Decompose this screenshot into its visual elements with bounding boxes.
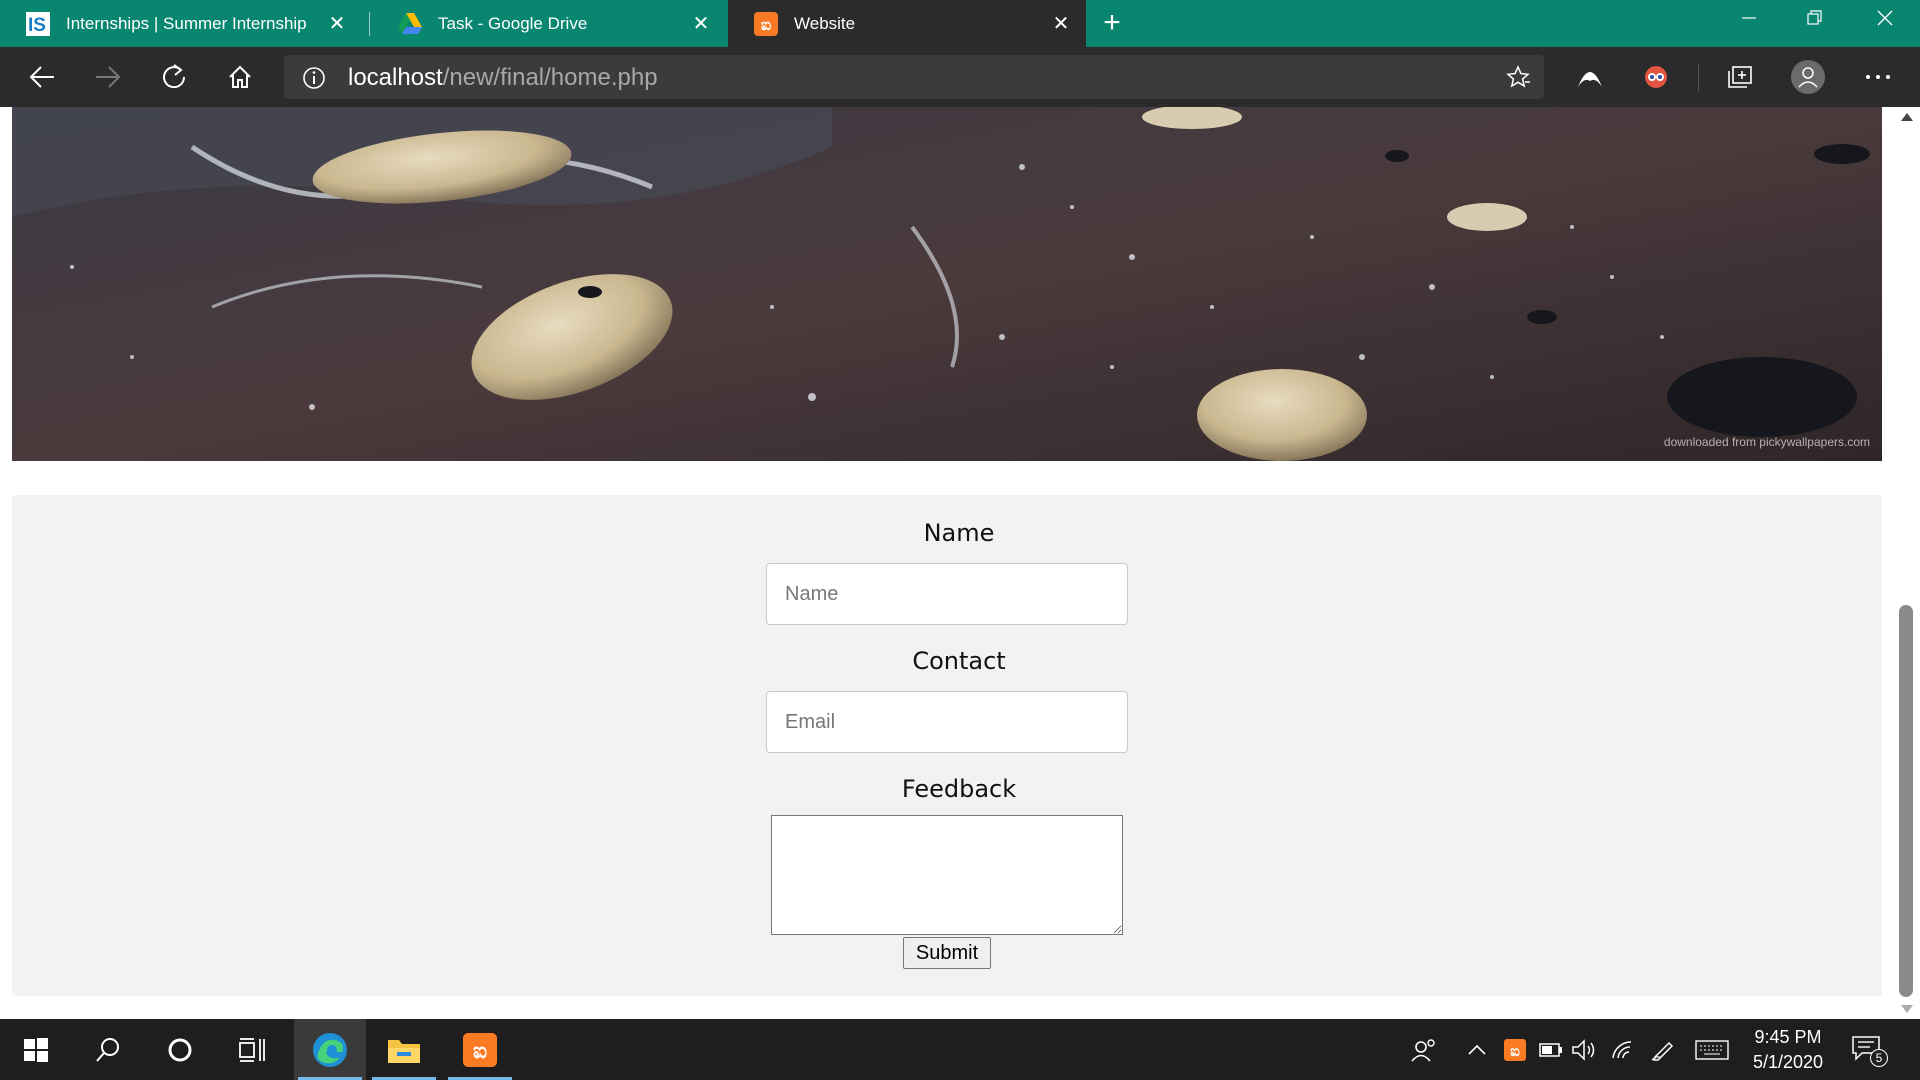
home-icon[interactable]: [220, 59, 260, 95]
tab-title: Internships | Summer Internship: [66, 13, 307, 33]
forward-icon: [88, 59, 128, 95]
hero-watermark: downloaded from pickywallpapers.com: [1663, 435, 1870, 449]
minimize-icon[interactable]: [1716, 0, 1782, 36]
tab-strip: IS Internships | Summer Internship ✕ Tas…: [0, 0, 1920, 47]
submit-button[interactable]: Submit: [903, 937, 991, 969]
address-bar[interactable]: localhost/new/final/home.php: [284, 55, 1544, 99]
profile-avatar-icon[interactable]: [1788, 59, 1828, 95]
back-icon[interactable]: [22, 59, 62, 95]
volume-icon[interactable]: [1570, 1019, 1600, 1080]
contact-label: Contact: [912, 647, 1006, 675]
vertical-scrollbar[interactable]: [1894, 107, 1920, 1019]
scroll-up-icon[interactable]: [1901, 113, 1913, 121]
system-clock[interactable]: 9:45 PM 5/1/2020: [1738, 1025, 1838, 1075]
windows-taskbar: ಐ ಐ 9:45 PM 5/1/2020 5: [0, 1019, 1920, 1080]
xampp-icon: ಐ: [754, 11, 778, 36]
name-label: Name: [923, 519, 995, 547]
touch-keyboard-icon[interactable]: [1692, 1019, 1732, 1080]
svg-text:ಐ: ಐ: [473, 1039, 487, 1064]
toolbar-separator: [1698, 65, 1699, 91]
people-icon[interactable]: [1404, 1019, 1444, 1080]
clock-date: 5/1/2020: [1752, 1052, 1824, 1072]
xampp-taskbar-icon[interactable]: ಐ: [444, 1019, 516, 1080]
feedback-form: Name Contact Feedback Submit: [12, 495, 1882, 996]
tab-website[interactable]: ಐ Website ✕: [728, 0, 1086, 47]
url-path: /new/final/home.php: [442, 64, 658, 91]
feedback-textarea[interactable]: [771, 815, 1123, 935]
xampp-tray-icon[interactable]: ಐ: [1500, 1019, 1530, 1080]
profile-extension-icon[interactable]: [1636, 59, 1676, 95]
internshala-icon: IS: [26, 11, 50, 36]
google-drive-icon: [398, 12, 422, 36]
svg-text:ಐ: ಐ: [761, 15, 771, 34]
info-icon[interactable]: [302, 66, 326, 95]
scrollbar-thumb[interactable]: [1899, 605, 1913, 997]
close-tab-icon[interactable]: ✕: [1050, 12, 1072, 35]
close-tab-icon[interactable]: ✕: [326, 12, 348, 35]
clock-time: 9:45 PM: [1754, 1027, 1822, 1047]
close-tab-icon[interactable]: ✕: [690, 12, 712, 35]
extension-icon[interactable]: [1570, 59, 1610, 95]
beach-rocks-illustration: [12, 107, 1882, 461]
search-icon[interactable]: [72, 1019, 144, 1080]
battery-icon[interactable]: [1536, 1019, 1566, 1080]
tab-internships[interactable]: IS Internships | Summer Internship ✕: [0, 0, 362, 47]
email-input[interactable]: [766, 691, 1128, 753]
notification-count-badge: 5: [1870, 1049, 1888, 1067]
restore-icon[interactable]: [1782, 0, 1848, 36]
scroll-down-icon[interactable]: [1901, 1005, 1913, 1013]
hero-image: downloaded from pickywallpapers.com: [12, 107, 1882, 461]
new-tab-icon[interactable]: +: [1098, 8, 1126, 38]
cortana-icon[interactable]: [144, 1019, 216, 1080]
pen-workspace-icon[interactable]: [1648, 1019, 1678, 1080]
tab-title: Task - Google Drive: [438, 13, 588, 33]
refresh-icon[interactable]: [154, 59, 194, 95]
settings-more-icon[interactable]: [1858, 59, 1898, 95]
collections-icon[interactable]: [1720, 59, 1760, 95]
windows-start-icon[interactable]: [0, 1019, 72, 1080]
tab-google-drive[interactable]: Task - Google Drive ✕: [372, 0, 726, 47]
wifi-icon[interactable]: [1608, 1019, 1638, 1080]
file-explorer-icon[interactable]: [368, 1019, 440, 1080]
show-hidden-icons-icon[interactable]: [1462, 1019, 1492, 1080]
task-view-icon[interactable]: [216, 1019, 288, 1080]
name-input[interactable]: [766, 563, 1128, 625]
close-window-icon[interactable]: [1852, 0, 1918, 36]
browser-toolbar: localhost/new/final/home.php: [0, 47, 1920, 107]
svg-text:ಐ: ಐ: [1510, 1042, 1520, 1060]
tab-separator: [369, 12, 370, 36]
edge-taskbar-icon[interactable]: [294, 1019, 366, 1080]
feedback-label: Feedback: [901, 775, 1017, 803]
url-host: localhost: [348, 64, 443, 91]
url-text[interactable]: localhost/new/final/home.php: [348, 64, 658, 92]
action-center-icon[interactable]: 5: [1852, 1035, 1888, 1067]
svg-text:IS: IS: [28, 15, 46, 36]
favorite-star-icon[interactable]: [1506, 65, 1530, 94]
tab-title: Website: [794, 13, 856, 33]
page-viewport: downloaded from pickywallpapers.com Name…: [0, 107, 1894, 1019]
